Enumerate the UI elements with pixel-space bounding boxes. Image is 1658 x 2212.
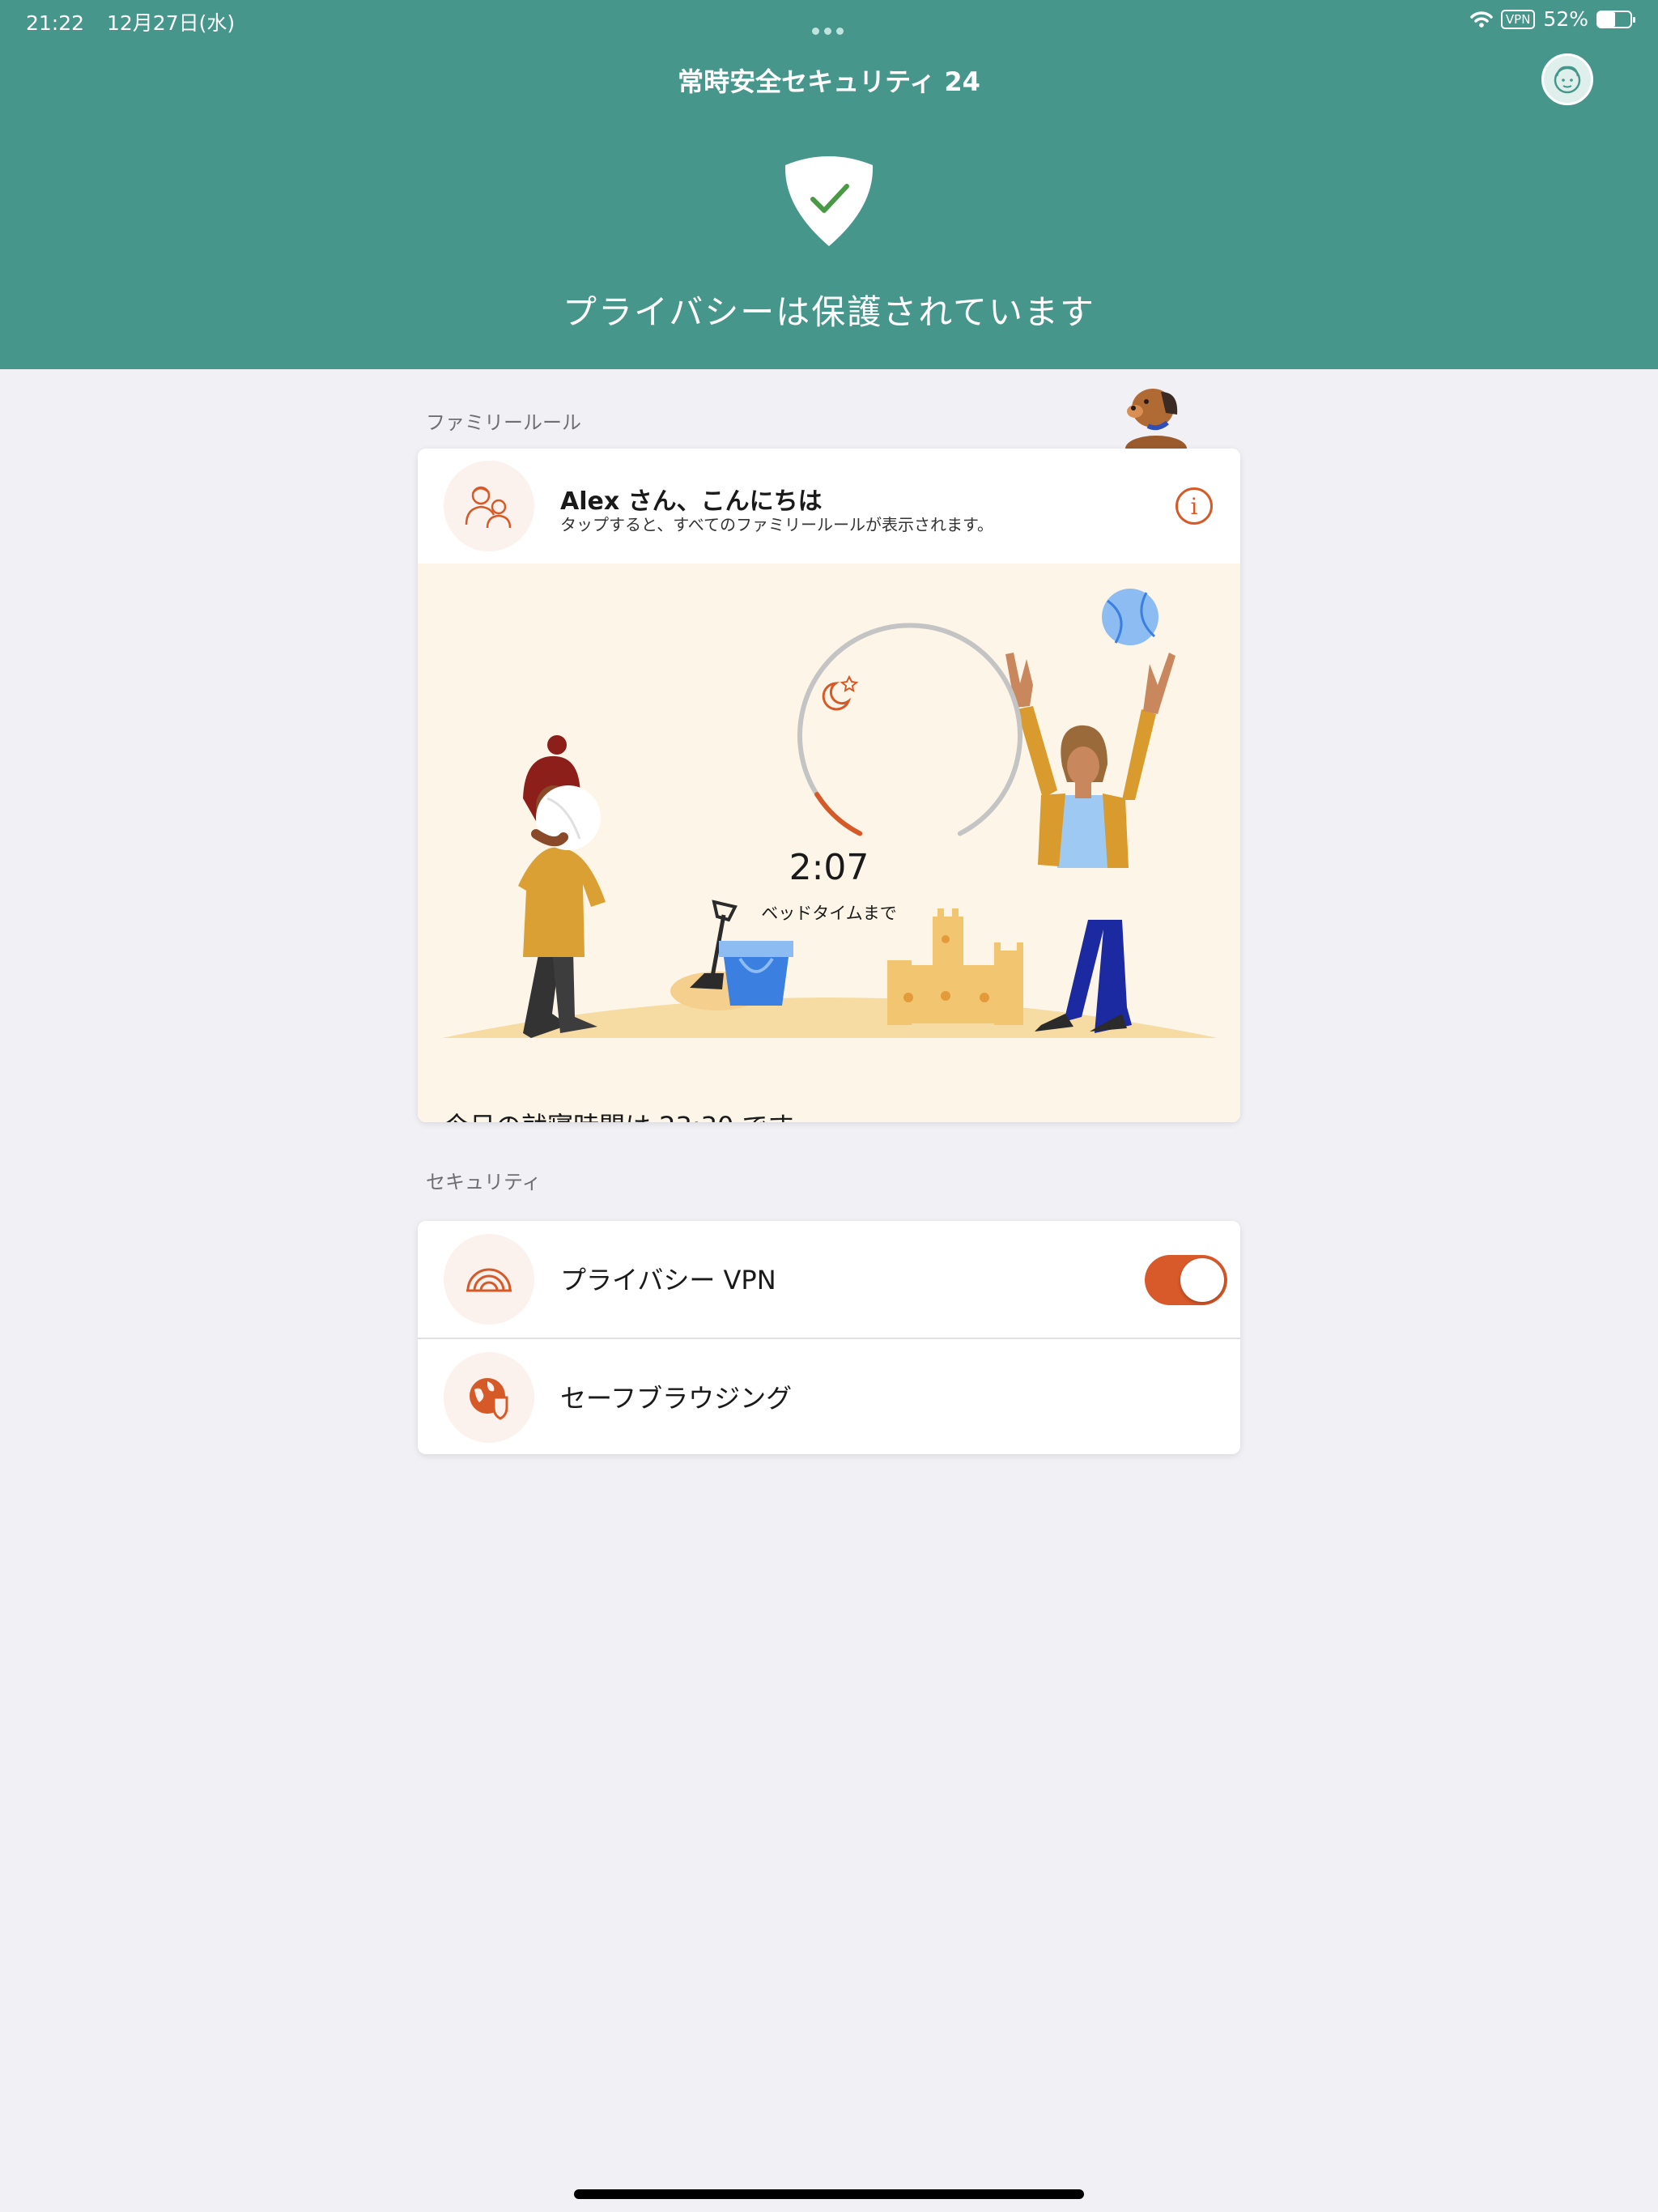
beach-scene-illustration	[442, 589, 1218, 1038]
privacy-vpn-row[interactable]: プライバシー VPN	[418, 1221, 1240, 1338]
wifi-icon	[1470, 11, 1493, 28]
vpn-icon-circle	[444, 1234, 534, 1325]
profile-button[interactable]	[1541, 53, 1593, 105]
vpn-badge: VPN	[1500, 9, 1536, 29]
section-label-security: セキュリティ	[426, 1171, 542, 1193]
security-card: プライバシー VPN セーフブラウジング	[418, 1221, 1240, 1454]
family-icon-circle	[444, 461, 534, 551]
greeting-subtitle: タップすると、すべてのファミリールールが表示されます。	[560, 515, 993, 534]
status-date: 12月27日(水)	[107, 11, 236, 35]
ball-illustration	[1102, 589, 1158, 645]
avatar-face-icon	[1554, 66, 1581, 94]
bedtime-illustration-panel: 2:07 ベッドタイムまで 今日の就寝時間は 23:30 です。	[418, 564, 1240, 1122]
shield-check-icon	[784, 156, 874, 246]
puppy-mascot-icon	[1125, 389, 1187, 450]
status-time: 21:22	[26, 11, 85, 35]
bedtime-countdown-caption: ベッドタイムまで	[761, 904, 897, 923]
multitasking-dots[interactable]	[810, 16, 846, 40]
vpn-signal-icon	[466, 1268, 512, 1292]
family-rules-header[interactable]: Alex さん、こんにちは タップすると、すべてのファミリールールが表示されます…	[418, 449, 1240, 564]
app-title: 常時安全セキュリティ 24	[678, 66, 980, 97]
status-bar: 21:22 12月27日(水) VPN 52%	[0, 0, 1658, 39]
family-icon	[465, 486, 512, 529]
globe-shield-icon	[470, 1378, 508, 1420]
safe-browsing-label: セーフブラウジング	[560, 1383, 793, 1414]
home-indicator[interactable]	[574, 2189, 1084, 2199]
protection-status-message: プライバシーは保護されています	[563, 292, 1095, 332]
safe-browsing-icon-circle	[444, 1352, 534, 1443]
moon-stars-icon	[822, 674, 859, 711]
bedtime-timer-ring	[797, 623, 1022, 836]
privacy-vpn-label: プライバシー VPN	[560, 1265, 776, 1295]
privacy-vpn-toggle[interactable]	[1145, 1255, 1227, 1305]
app-header: 21:22 12月27日(水) VPN 52% 常時安全セキュリティ 24 プラ…	[0, 0, 1658, 369]
battery-percent: 52%	[1543, 7, 1588, 31]
info-icon[interactable]: i	[1175, 487, 1213, 525]
woman-cheering-illustration	[1005, 653, 1175, 1033]
section-label-family-rules: ファミリールール	[426, 411, 581, 434]
bucket-illustration	[719, 941, 793, 1006]
safe-browsing-row[interactable]: セーフブラウジング	[418, 1338, 1240, 1454]
bedtime-info-text: 今日の就寝時間は 23:30 です。	[444, 1106, 817, 1122]
sandcastle-illustration	[887, 908, 1023, 1025]
bedtime-countdown: 2:07	[789, 847, 869, 888]
family-rules-card[interactable]: Alex さん、こんにちは タップすると、すべてのファミリールールが表示されます…	[418, 449, 1240, 1122]
battery-icon	[1596, 10, 1635, 28]
